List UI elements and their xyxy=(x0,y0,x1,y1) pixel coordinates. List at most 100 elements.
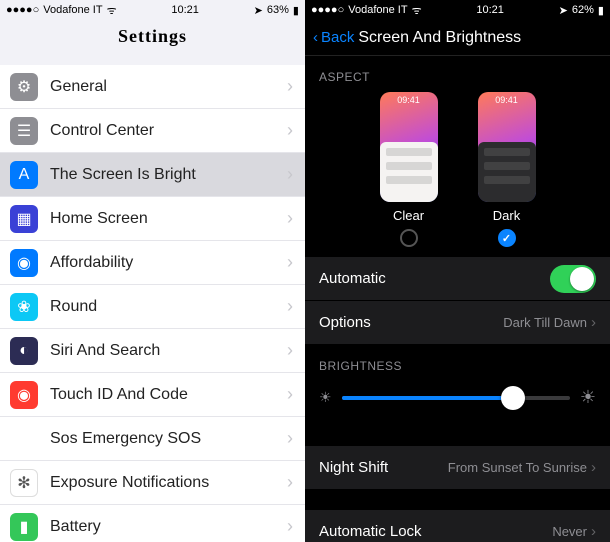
clock-label: 10:21 xyxy=(171,4,199,16)
gear-icon: ⚙ xyxy=(10,73,38,101)
row-autolock[interactable]: Automatic Lock Never › xyxy=(305,510,610,542)
chevron-left-icon: ‹ xyxy=(313,29,318,46)
status-bar: ●●●●○ Vodafone IT ᯤ 10:21 ➤ 63% ▮ xyxy=(0,0,305,20)
back-button[interactable]: ‹ Back xyxy=(313,29,354,46)
settings-row-control-center[interactable]: ☰ Control Center › xyxy=(0,109,305,153)
row-options[interactable]: Options Dark Till Dawn › xyxy=(305,301,610,345)
signal-icon: ●●●●○ xyxy=(311,4,344,16)
settings-row-round[interactable]: ❀ Round › xyxy=(0,285,305,329)
switches-icon: ☰ xyxy=(10,117,38,145)
location-icon: ➤ xyxy=(559,4,568,17)
automatic-label: Automatic xyxy=(319,270,550,287)
brightness-header: Brightness xyxy=(305,345,610,381)
signal-icon: ●●●●○ xyxy=(6,4,39,16)
row-label: The Screen Is Bright xyxy=(50,166,287,184)
row-label: Control Center xyxy=(50,122,287,140)
battery-pct: 62% xyxy=(572,4,594,16)
sun-small-icon: ☀︎ xyxy=(319,389,332,406)
chevron-right-icon: › xyxy=(287,516,293,537)
chevron-right-icon: › xyxy=(287,428,293,449)
row-label: General xyxy=(50,78,287,96)
chevron-right-icon: › xyxy=(287,340,293,361)
nav-header: ‹ Back Screen And Brightness xyxy=(305,20,610,56)
row-label: Touch ID And Code xyxy=(50,386,287,404)
sos-icon: SOS xyxy=(10,425,38,453)
brightness-slider[interactable] xyxy=(342,396,570,400)
sun-large-icon: ☀︎ xyxy=(580,387,596,408)
chevron-right-icon: › xyxy=(287,120,293,141)
night-label: Night Shift xyxy=(319,459,448,476)
settings-row-affordability[interactable]: ◉ Affordability › xyxy=(0,241,305,285)
carrier-label: Vodafone IT xyxy=(348,4,407,16)
row-label: Exposure Notifications xyxy=(50,474,287,492)
exposure-icon: ✻ xyxy=(10,469,38,497)
settings-row-exposure[interactable]: ✻ Exposure Notifications › xyxy=(0,461,305,505)
chevron-right-icon: › xyxy=(287,384,293,405)
brightness-icon: A xyxy=(10,161,38,189)
options-value: Dark Till Dawn xyxy=(503,315,587,330)
aspect-thumb-light: 09:41 xyxy=(380,92,438,202)
chevron-right-icon: › xyxy=(591,459,596,476)
row-label: Home Screen xyxy=(50,210,287,228)
options-label: Options xyxy=(319,314,503,331)
back-label: Back xyxy=(321,29,354,46)
thumb-clock: 09:41 xyxy=(380,95,438,105)
automatic-switch[interactable] xyxy=(550,265,596,293)
nav-title: Screen And Brightness xyxy=(354,29,602,47)
chevron-right-icon: › xyxy=(287,296,293,317)
autolock-label: Automatic Lock xyxy=(319,523,552,540)
chevron-right-icon: › xyxy=(287,208,293,229)
wifi-icon: ᯤ xyxy=(107,3,117,18)
row-label: Sos Emergency SOS xyxy=(50,430,287,448)
row-label: Battery xyxy=(50,518,287,536)
brightness-control: ☀︎ ☀︎ xyxy=(305,381,610,426)
battery-icon: ▮ xyxy=(293,4,299,17)
settings-row-battery[interactable]: ▮ Battery › xyxy=(0,505,305,542)
fingerprint-icon: ◉ xyxy=(10,381,38,409)
settings-list: ⚙ General › ☰ Control Center › A The Scr… xyxy=(0,65,305,542)
clock-label: 10:21 xyxy=(476,4,504,16)
chevron-right-icon: › xyxy=(287,472,293,493)
location-icon: ➤ xyxy=(254,4,263,17)
row-label: Siri And Search xyxy=(50,342,287,360)
aspect-label-dark: Dark xyxy=(493,208,520,223)
settings-row-general[interactable]: ⚙ General › xyxy=(0,65,305,109)
battery-pct: 63% xyxy=(267,4,289,16)
row-label: Round xyxy=(50,298,287,316)
settings-row-touchid[interactable]: ◉ Touch ID And Code › xyxy=(0,373,305,417)
chevron-right-icon: › xyxy=(591,314,596,331)
right-screen: ●●●●○ Vodafone IT ᯤ 10:21 ➤ 62% ▮ ‹ Back… xyxy=(305,0,610,542)
aspect-option-dark[interactable]: 09:41 Dark xyxy=(478,92,536,247)
row-label: Affordability xyxy=(50,254,287,272)
wifi-icon: ᯤ xyxy=(412,3,422,18)
settings-row-siri[interactable]: ◐ Siri And Search › xyxy=(0,329,305,373)
carrier-label: Vodafone IT xyxy=(43,4,102,16)
settings-row-screen-brightness[interactable]: A The Screen Is Bright › xyxy=(0,153,305,197)
status-bar: ●●●●○ Vodafone IT ᯤ 10:21 ➤ 62% ▮ xyxy=(305,0,610,20)
slider-thumb[interactable] xyxy=(501,386,525,410)
row-night-shift[interactable]: Night Shift From Sunset To Sunrise › xyxy=(305,446,610,490)
battery-icon: ▮ xyxy=(598,4,604,17)
row-automatic: Automatic xyxy=(305,257,610,301)
left-screen: ●●●●○ Vodafone IT ᯤ 10:21 ➤ 63% ▮ Settin… xyxy=(0,0,305,542)
chevron-right-icon: › xyxy=(287,76,293,97)
battery-icon: ▮ xyxy=(10,513,38,541)
siri-icon: ◐ xyxy=(10,337,38,365)
radio-checked[interactable] xyxy=(498,229,516,247)
aspect-chooser: 09:41 Clear 09:41 Dark xyxy=(305,92,610,257)
chevron-right-icon: › xyxy=(287,252,293,273)
radio-unchecked[interactable] xyxy=(400,229,418,247)
settings-row-sos[interactable]: SOS Sos Emergency SOS › xyxy=(0,417,305,461)
aspect-thumb-dark: 09:41 xyxy=(478,92,536,202)
accessibility-icon: ◉ xyxy=(10,249,38,277)
settings-row-home-screen[interactable]: ▦ Home Screen › xyxy=(0,197,305,241)
thumb-clock: 09:41 xyxy=(478,95,536,105)
aspect-label-clear: Clear xyxy=(393,208,424,223)
wallpaper-icon: ❀ xyxy=(10,293,38,321)
grid-icon: ▦ xyxy=(10,205,38,233)
chevron-right-icon: › xyxy=(591,523,596,540)
aspect-option-clear[interactable]: 09:41 Clear xyxy=(380,92,438,247)
autolock-value: Never xyxy=(552,524,587,539)
page-title: Settings xyxy=(0,20,305,65)
chevron-right-icon: › xyxy=(287,164,293,185)
